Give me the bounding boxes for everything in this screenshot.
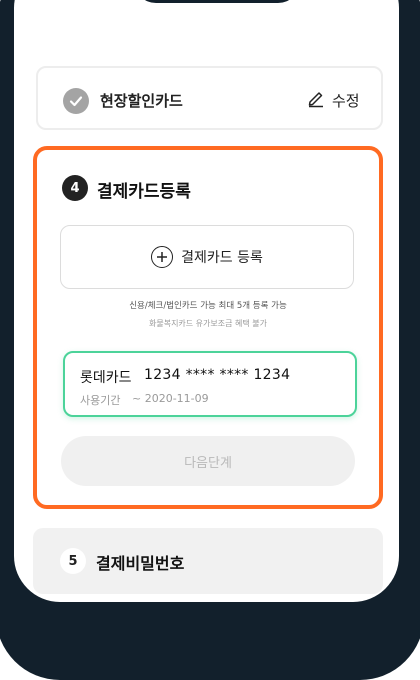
card-number: 1234 **** **** 1234: [144, 367, 291, 383]
phone-notch: [134, 0, 300, 3]
pencil-icon: [306, 88, 326, 112]
payment-password-title: 결제비밀번호: [96, 554, 185, 573]
registered-card-item[interactable]: 롯데카드 1234 **** **** 1234 사용기간 ~ 2020-11-…: [63, 351, 357, 417]
next-step-button[interactable]: 다음단계: [61, 436, 355, 486]
plus-circle-icon: [151, 246, 174, 268]
card-period-label: 사용기간: [80, 394, 121, 407]
discount-card-title: 현장할인카드: [100, 92, 183, 110]
checkmark-icon: [63, 88, 89, 114]
welfare-card-note: 화물복지카드 유가보조금 혜택 불가: [148, 319, 268, 328]
step-number-badge: 5: [60, 548, 86, 574]
step-discount-card-summary: 현장할인카드 수정: [36, 66, 383, 130]
edit-button[interactable]: 수정: [306, 86, 360, 114]
step-payment-card-register: 4 결제카드등록 결제카드 등록 신용/체크/법인카드 가능 최대 5개 등록 …: [33, 146, 383, 509]
card-limit-note: 신용/체크/법인카드 가능 최대 5개 등록 가능: [129, 301, 287, 311]
edit-label: 수정: [332, 91, 360, 110]
card-issuer-name: 롯데카드: [80, 370, 132, 386]
add-payment-card-button[interactable]: 결제카드 등록: [60, 225, 354, 289]
step-payment-password[interactable]: 5 결제비밀번호: [33, 528, 383, 594]
step-number-badge: 4: [62, 175, 88, 201]
payment-card-title: 결제카드등록: [97, 182, 191, 202]
add-card-label: 결제카드 등록: [181, 250, 263, 266]
card-period-value: ~ 2020-11-09: [132, 392, 209, 405]
